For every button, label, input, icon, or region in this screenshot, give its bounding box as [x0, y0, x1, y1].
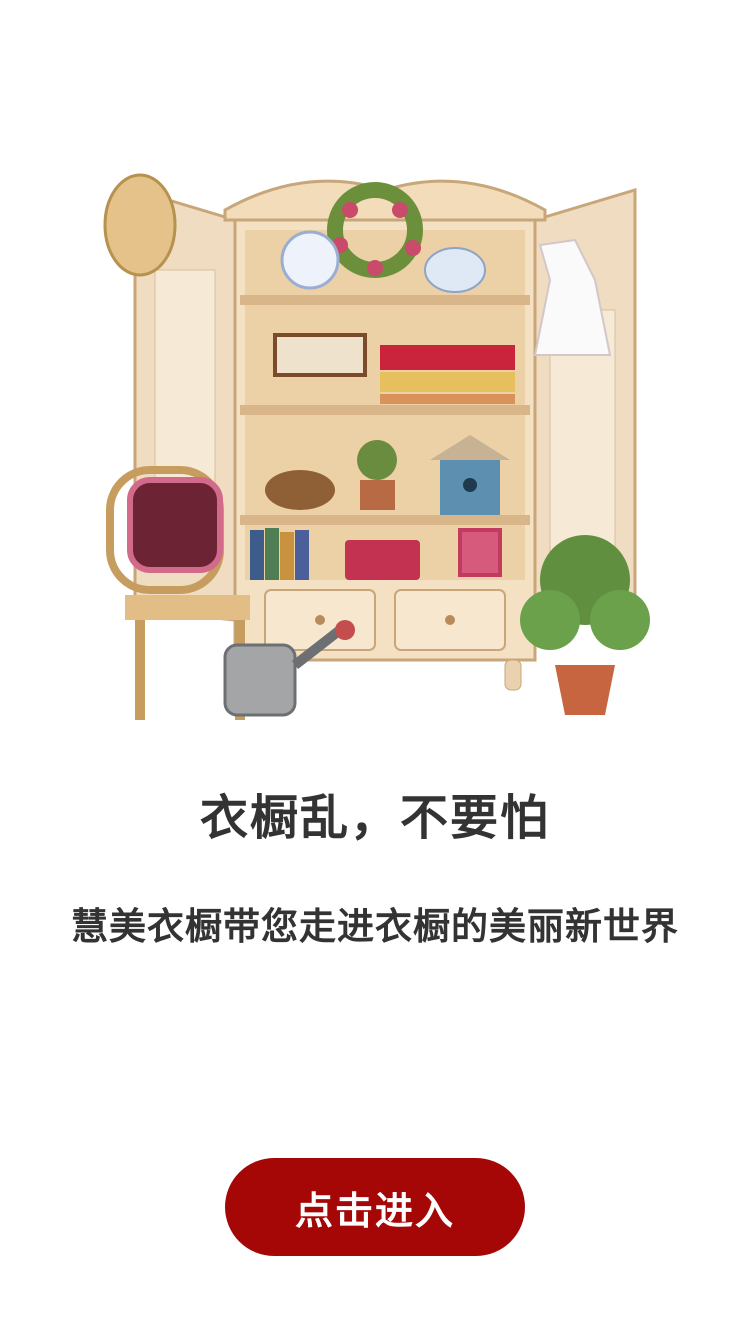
plate — [280, 230, 340, 290]
hero-title: 衣橱乱，不要怕 — [199, 790, 550, 846]
enter-button[interactable]: 点击进入 — [225, 1158, 525, 1256]
basket — [265, 470, 335, 510]
teapot — [424, 247, 486, 293]
straw-hat — [103, 173, 177, 277]
picture-frame — [458, 528, 502, 577]
red-box — [345, 540, 420, 580]
wardrobe-illustration — [95, 150, 675, 730]
sign — [273, 333, 367, 377]
flower-pot — [360, 480, 395, 510]
cabinet — [223, 179, 547, 691]
quilt — [380, 345, 515, 370]
hero-subtitle: 慧美衣橱带您走进衣橱的美丽新世界 — [71, 905, 679, 948]
